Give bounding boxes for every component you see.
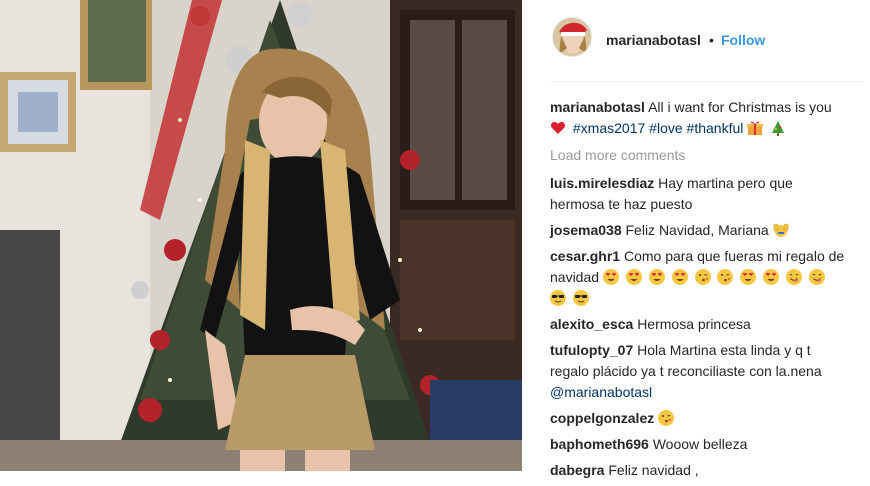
comments-list: marianabotasl All i want for Christmas i…	[550, 97, 850, 486]
heart-eyes-icon	[602, 269, 619, 285]
comment-item: cesar.ghr1 Como para que fueras mi regal…	[550, 246, 850, 309]
red-heart-icon	[550, 122, 566, 134]
kiss-face-icon	[658, 410, 675, 426]
comment-username[interactable]: josema038	[550, 222, 622, 238]
comment-text: Wooow belleza	[652, 436, 748, 452]
post-header: marianabotasl • Follow	[522, 0, 870, 82]
profile-avatar[interactable]	[552, 17, 592, 57]
caption: marianabotasl All i want for Christmas i…	[550, 97, 850, 139]
kiss-face-icon	[694, 269, 711, 285]
load-more-comments[interactable]: Load more comments	[550, 145, 850, 166]
yum-face-icon	[786, 269, 803, 285]
comment-username[interactable]: cesar.ghr1	[550, 248, 620, 264]
heart-eyes-icon	[763, 269, 780, 285]
comment-text: Hermosa princesa	[637, 316, 751, 332]
instagram-post: marianabotasl • Follow marianabotasl All…	[0, 0, 870, 478]
hashtag-thankful[interactable]: #thankful	[687, 120, 744, 136]
hashtag-xmas2017[interactable]: #xmas2017	[573, 120, 645, 136]
heart-eyes-icon	[740, 269, 757, 285]
photo-illustration	[0, 0, 522, 471]
comment-username[interactable]: dabegra	[550, 462, 604, 478]
post-side-panel: marianabotasl • Follow marianabotasl All…	[522, 0, 870, 478]
caption-username[interactable]: marianabotasl	[550, 99, 645, 115]
comment-item: alexito_esca Hermosa princesa	[550, 314, 850, 335]
comment-username[interactable]: coppelgonzalez	[550, 410, 654, 426]
comment-mention[interactable]: @marianabotasl	[550, 384, 652, 400]
comment-item: josema038 Feliz Navidad, Mariana	[550, 220, 850, 241]
comment-item: coppelgonzalez	[550, 408, 850, 429]
heart-eyes-icon	[625, 269, 642, 285]
yum-face-icon	[808, 269, 825, 285]
heart-eyes-icon	[671, 269, 688, 285]
comment-text: Feliz Navidad, Mariana	[625, 222, 769, 238]
comment-username[interactable]: tufulopty_07	[550, 342, 633, 358]
caption-text: All i want for Christmas is you	[648, 99, 832, 115]
comment-username[interactable]: luis.mirelesdiaz	[550, 175, 654, 191]
hashtag-love[interactable]: #love	[649, 120, 682, 136]
comment-username[interactable]: baphometh696	[550, 436, 649, 452]
christmas-tree-icon	[772, 121, 785, 136]
comment-item: tufulopty_07 Hola Martina esta linda y q…	[550, 340, 850, 403]
gift-icon	[747, 121, 764, 135]
comment-item: baphometh696 Wooow belleza	[550, 434, 850, 455]
kiss-face-icon	[717, 269, 734, 285]
raising-hands-icon	[773, 223, 788, 237]
sunglasses-face-icon	[550, 290, 566, 306]
follow-button[interactable]: Follow	[721, 32, 765, 48]
comment-text: Feliz navidad ,	[608, 462, 699, 478]
post-photo[interactable]	[0, 0, 522, 471]
header-separator: •	[709, 32, 714, 48]
comment-username[interactable]: alexito_esca	[550, 316, 633, 332]
header-username[interactable]: marianabotasl	[606, 32, 701, 48]
santa-hat-avatar-icon	[553, 18, 591, 56]
heart-eyes-icon	[648, 269, 665, 285]
header-divider	[550, 81, 863, 82]
sunglasses-face-icon	[572, 290, 589, 306]
comment-item: luis.mirelesdiaz Hay martina pero que he…	[550, 173, 850, 215]
